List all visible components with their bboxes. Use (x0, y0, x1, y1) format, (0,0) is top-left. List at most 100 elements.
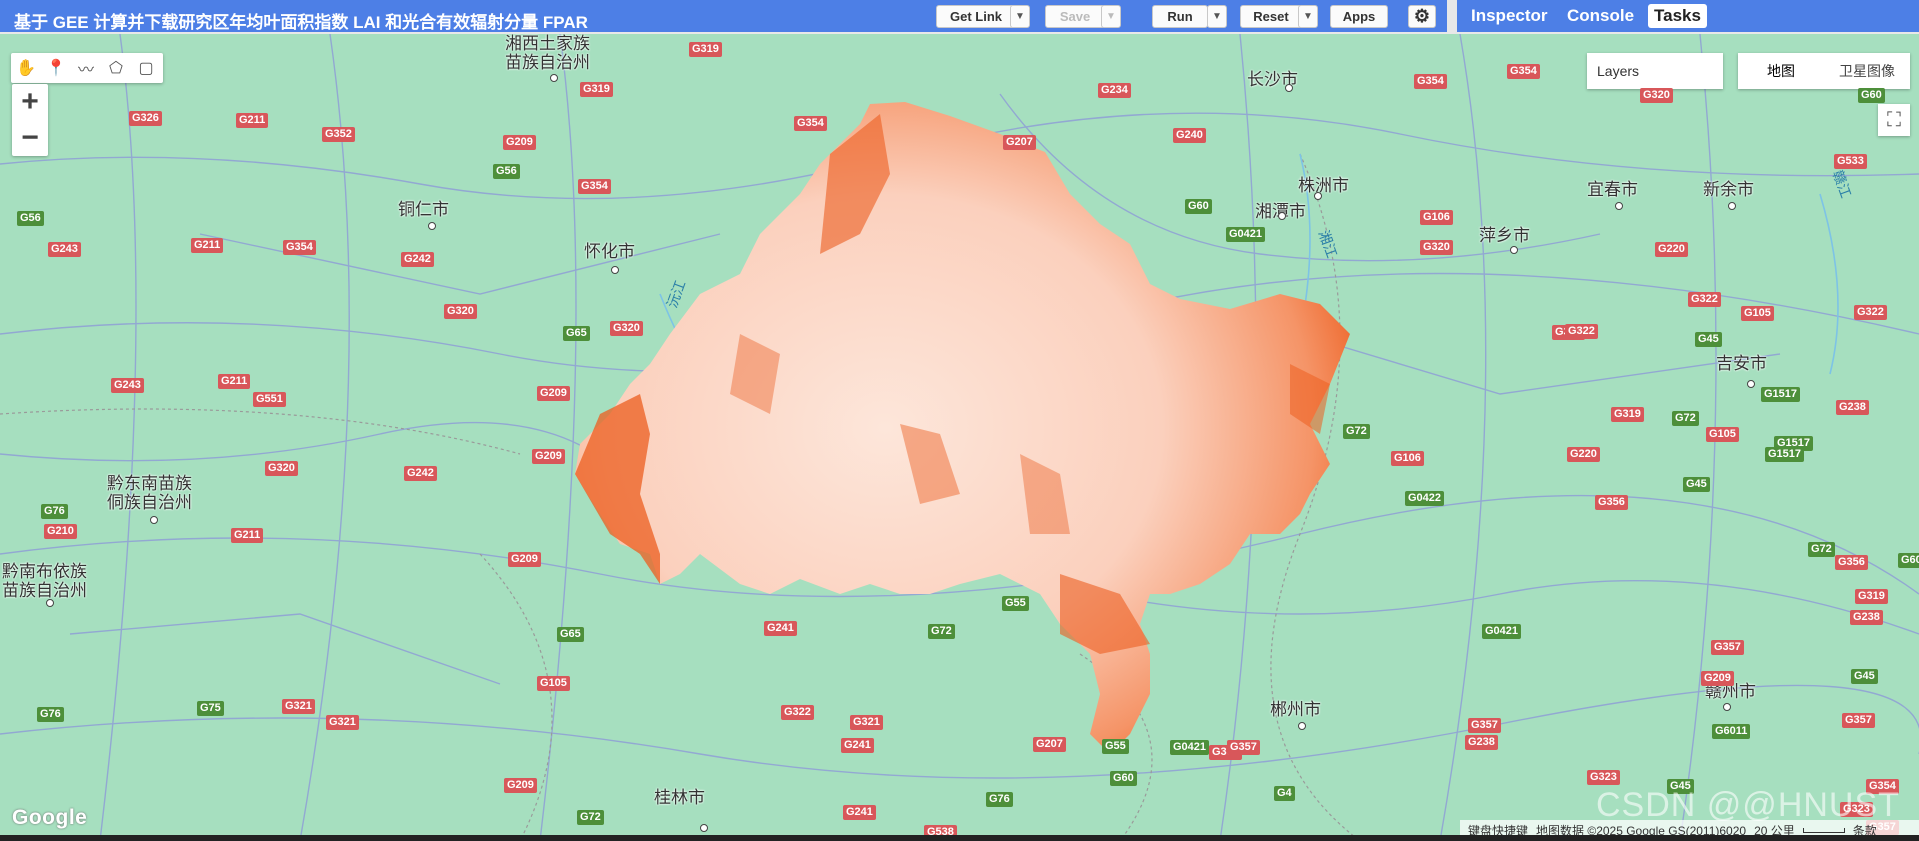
road-shield: G320 (265, 461, 298, 476)
road-shield: G72 (928, 624, 955, 639)
road-shield: G238 (1836, 400, 1869, 415)
road-shield: G354 (794, 116, 827, 131)
drawing-toolbar: ✋ 📍 〰 ⬠ ▢ (11, 53, 163, 83)
road-shield: G105 (1741, 306, 1774, 321)
road-shield: G65 (557, 627, 584, 642)
city-marker-chenzhou (1298, 722, 1306, 730)
road-shield: G243 (111, 378, 144, 393)
city-marker-huaihua (611, 266, 619, 274)
road-shield: G76 (41, 504, 68, 519)
road-shield: G354 (578, 179, 611, 194)
run-dropdown-icon[interactable]: ▼ (1207, 5, 1227, 28)
road-shield: G76 (986, 792, 1013, 807)
city-label-xiangxi: 湘西土家族 苗族自治州 (505, 34, 590, 72)
run-button[interactable]: Run (1152, 5, 1208, 28)
road-shield: G241 (764, 621, 797, 636)
road-shield: G209 (503, 135, 536, 150)
road-shield: G209 (508, 552, 541, 567)
road-shield: G56 (493, 164, 520, 179)
hand-icon[interactable]: ✋ (11, 53, 41, 83)
google-logo: Google (12, 806, 88, 829)
zoom-out-button[interactable]: − (12, 120, 48, 156)
road-shield: G105 (1706, 427, 1739, 442)
apps-button[interactable]: Apps (1330, 5, 1388, 28)
road-shield: G322 (781, 705, 814, 720)
city-marker-pingxiang (1510, 246, 1518, 254)
road-shield: G320 (610, 321, 643, 336)
get-link-dropdown-icon[interactable]: ▼ (1010, 5, 1030, 28)
city-marker-xiangxi (550, 74, 558, 82)
road-shield: G354 (283, 240, 316, 255)
road-shield: G357 (1227, 740, 1260, 755)
road-shield: G65 (563, 326, 590, 341)
get-link-button[interactable]: Get Link (936, 5, 1016, 28)
road-shield: G45 (1683, 477, 1710, 492)
city-label-yichun: 宜春市 (1587, 180, 1638, 199)
reset-dropdown-icon[interactable]: ▼ (1298, 5, 1318, 28)
panel-divider[interactable] (1447, 0, 1457, 34)
road-shield: G320 (444, 304, 477, 319)
city-label-zhuzhou: 株洲市 (1298, 176, 1349, 195)
road-shield: G211 (231, 528, 264, 543)
road-shield: G76 (37, 707, 64, 722)
road-shield: G320 (1640, 88, 1673, 103)
road-shield: G0421 (1482, 624, 1522, 639)
tab-console[interactable]: Console (1561, 4, 1640, 28)
rectangle-icon[interactable]: ▢ (131, 53, 161, 83)
road-shield: G322 (1688, 292, 1721, 307)
road-shield: G242 (404, 466, 437, 481)
map-canvas[interactable]: ✋ 📍 〰 ⬠ ▢ + − Layers 地图 卫星图像 ⛶ 长沙市株洲市湘潭市… (0, 34, 1919, 841)
reset-button[interactable]: Reset (1240, 5, 1302, 28)
road-shield: G321 (850, 715, 883, 730)
save-dropdown-icon[interactable]: ▼ (1101, 5, 1121, 28)
map-type-roadmap[interactable]: 地图 (1738, 53, 1824, 89)
road-shield: G211 (191, 238, 224, 253)
road-shield: G211 (236, 113, 269, 128)
city-marker-qiannan (46, 599, 54, 607)
road-shield: G211 (218, 374, 251, 389)
lai-study-area (575, 102, 1350, 754)
city-label-guilin: 桂林市 (654, 788, 705, 807)
tab-inspector[interactable]: Inspector (1465, 4, 1554, 28)
road-shield: G56 (17, 211, 44, 226)
road-shield: G242 (401, 252, 434, 267)
road-shield: G1517 (1765, 447, 1805, 462)
city-marker-zhuzhou (1314, 192, 1322, 200)
script-title: 基于 GEE 计算并下载研究区年均叶面积指数 LAI 和光合有效辐射分量 FPA… (14, 13, 588, 32)
road-shield: G320 (1420, 240, 1453, 255)
fullscreen-icon[interactable]: ⛶ (1878, 104, 1910, 136)
road-shield: G45 (1851, 669, 1878, 684)
road-shield: G72 (1808, 542, 1835, 557)
polyline-icon[interactable]: 〰 (71, 53, 101, 83)
city-label-xinyu: 新余市 (1703, 180, 1754, 199)
road-shield: G354 (1507, 64, 1540, 79)
gear-icon[interactable]: ⚙ (1408, 5, 1436, 28)
map-type-satellite[interactable]: 卫星图像 (1824, 53, 1910, 89)
road-shield: G207 (1003, 135, 1036, 150)
road-shield: G356 (1835, 555, 1868, 570)
city-label-qiannan: 黔南布依族 苗族自治州 (2, 562, 87, 600)
road-shield: G356 (1595, 495, 1628, 510)
road-shield: G209 (1701, 671, 1734, 686)
save-button[interactable]: Save (1045, 5, 1105, 28)
road-shield: G319 (1855, 589, 1888, 604)
tab-tasks[interactable]: Tasks (1648, 4, 1707, 28)
city-marker-ganzhou (1723, 703, 1731, 711)
zoom-in-button[interactable]: + (12, 84, 48, 120)
road-shield: G319 (1611, 407, 1644, 422)
road-shield: G354 (1414, 74, 1447, 89)
road-shield: G241 (841, 738, 874, 753)
road-shield: G240 (1173, 128, 1206, 143)
road-shield: G72 (577, 810, 604, 825)
polygon-icon[interactable]: ⬠ (101, 53, 131, 83)
layers-button[interactable]: Layers (1587, 53, 1723, 89)
city-marker-qiandongnan (150, 516, 158, 524)
road-shield: G55 (1102, 739, 1129, 754)
road-shield: G207 (1033, 737, 1066, 752)
marker-icon[interactable]: 📍 (41, 53, 71, 83)
road-shield: G60 (1858, 88, 1885, 103)
city-marker-changsha (1285, 84, 1293, 92)
road-shield: G60 (1110, 771, 1137, 786)
city-label-huaihua: 怀化市 (584, 242, 635, 261)
road-shield: G106 (1391, 451, 1424, 466)
